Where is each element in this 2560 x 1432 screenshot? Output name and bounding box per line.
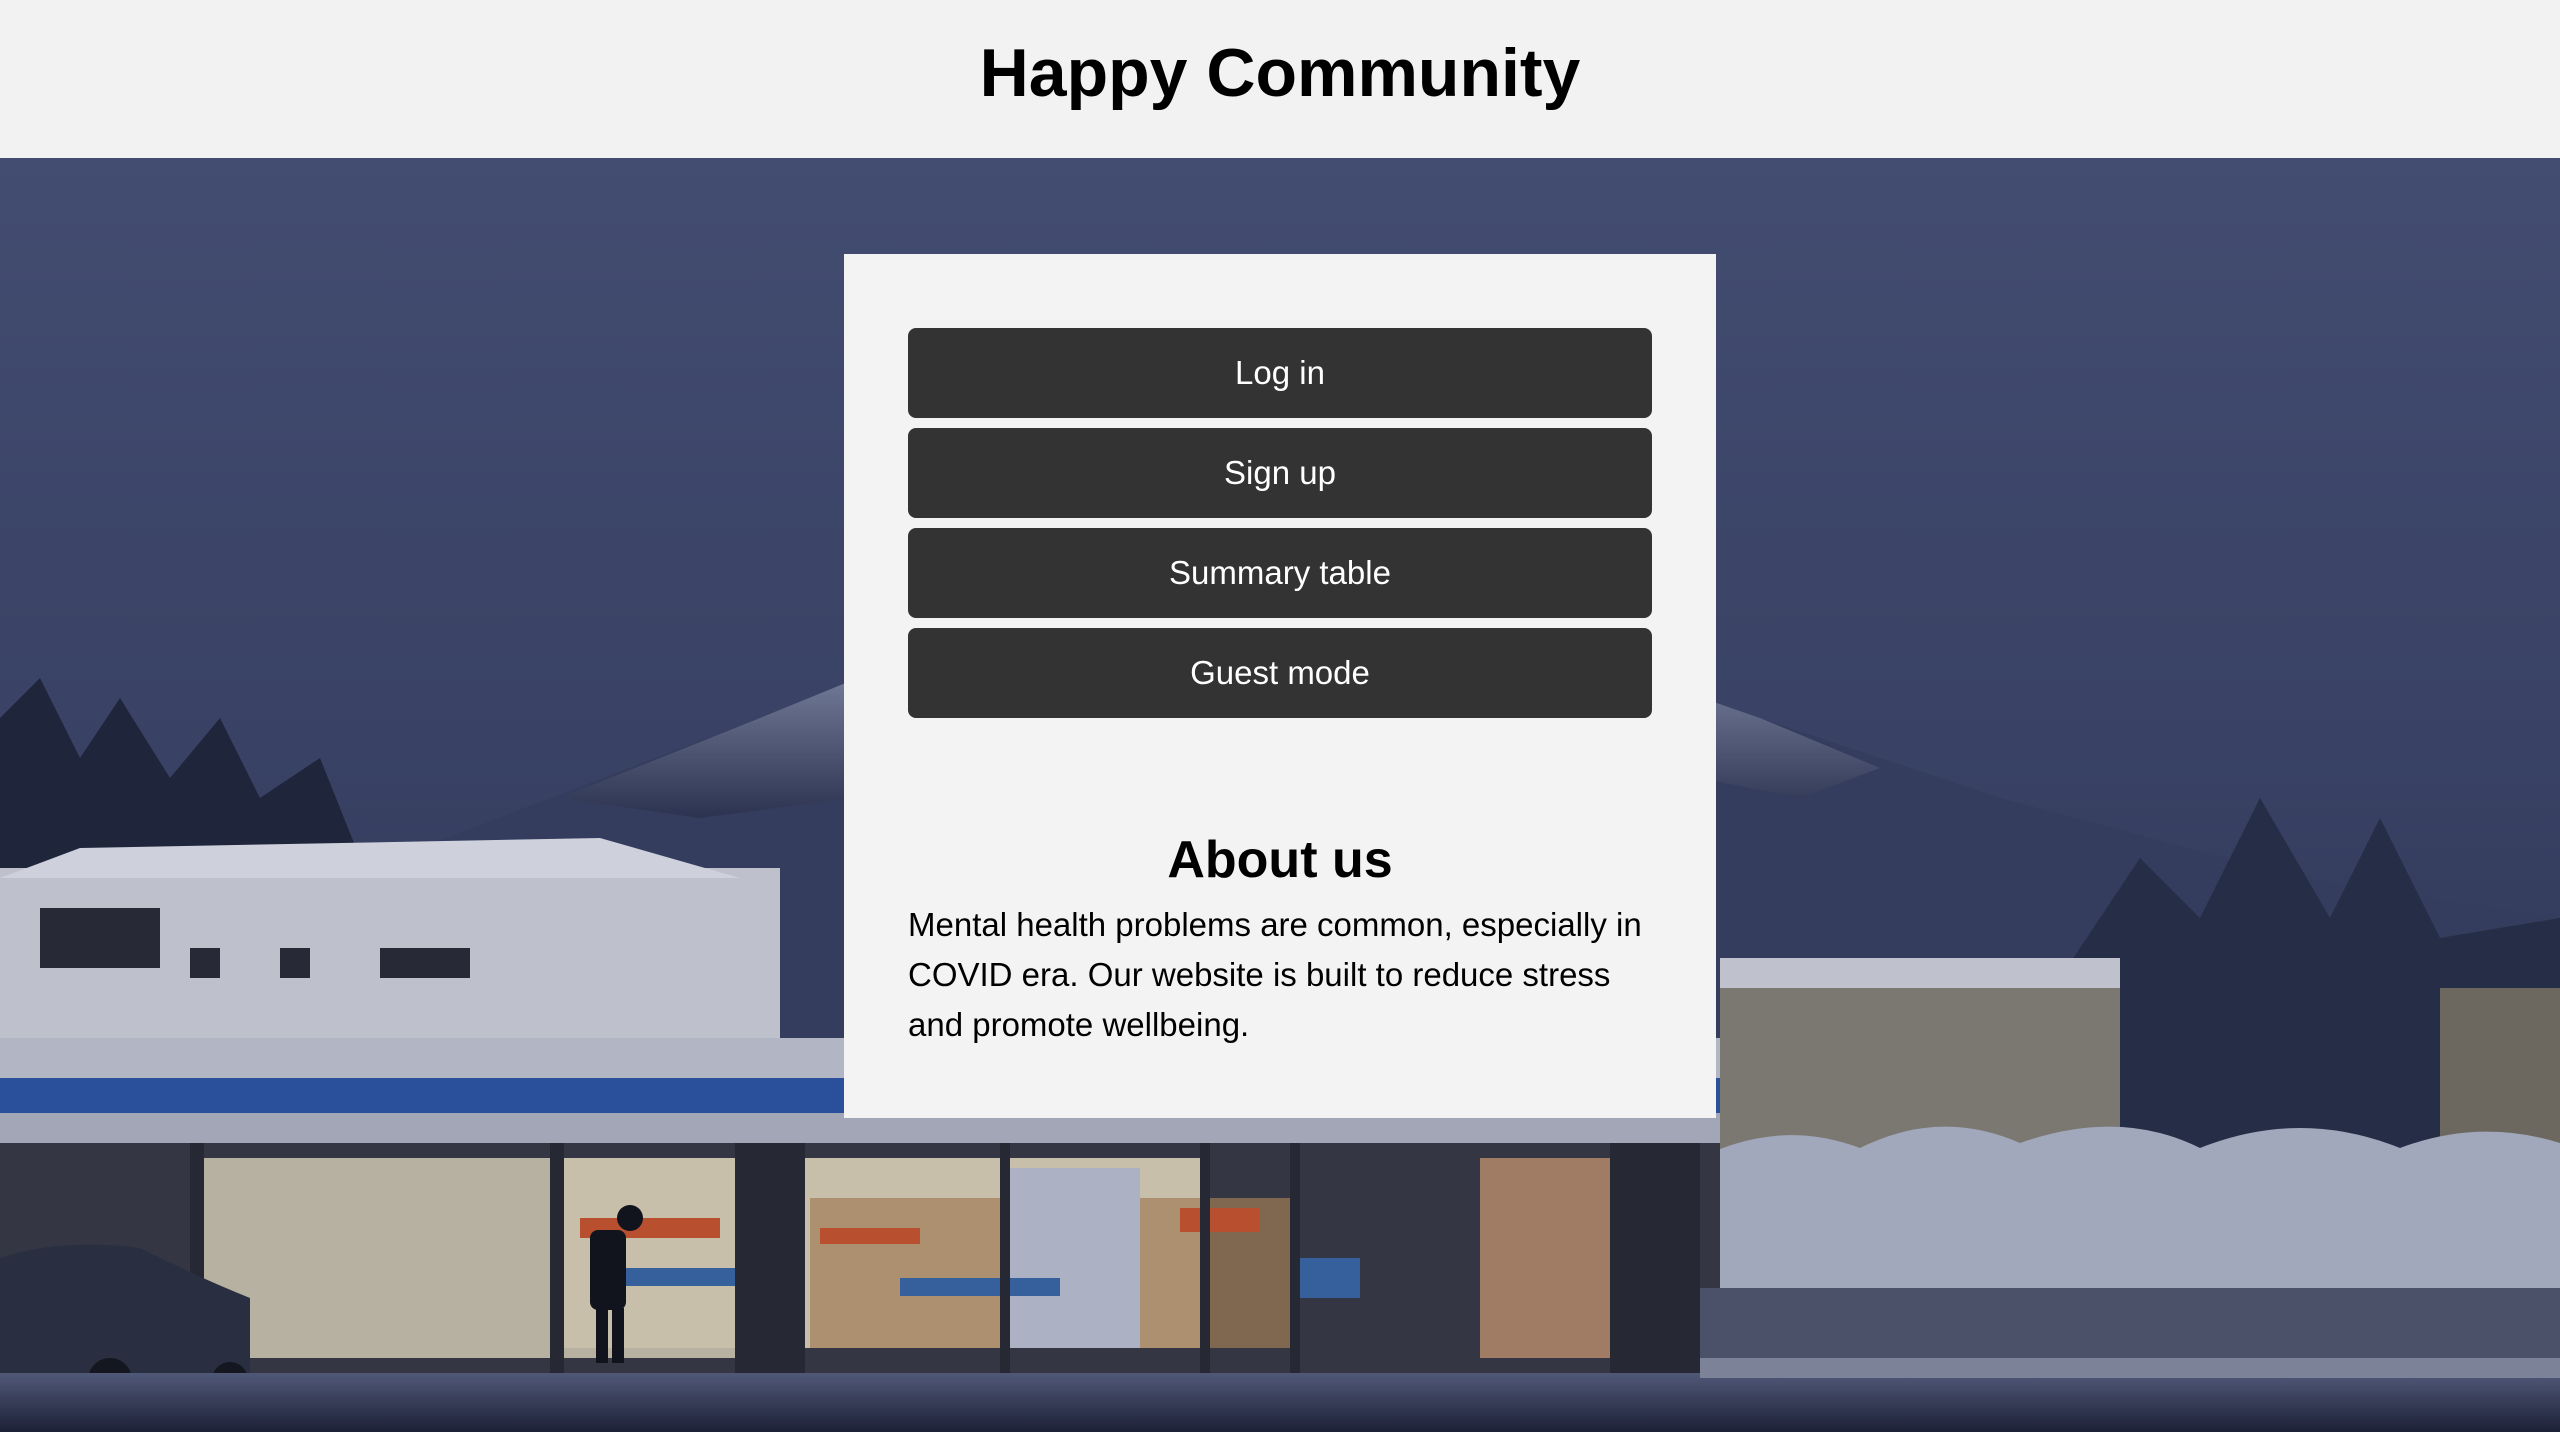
about-text: Mental health problems are common, espec…	[908, 906, 1642, 1043]
summary-table-button[interactable]: Summary table	[908, 528, 1652, 618]
site-title: Happy Community	[979, 35, 1581, 111]
site-header: Happy Community	[0, 0, 2560, 158]
signup-button[interactable]: Sign up	[908, 428, 1652, 518]
guest-mode-button[interactable]: Guest mode	[908, 628, 1652, 718]
login-button[interactable]: Log in	[908, 328, 1652, 418]
menu-card: Log in Sign up Summary table Guest mode …	[844, 254, 1716, 1118]
about-heading: About us	[1167, 831, 1393, 889]
